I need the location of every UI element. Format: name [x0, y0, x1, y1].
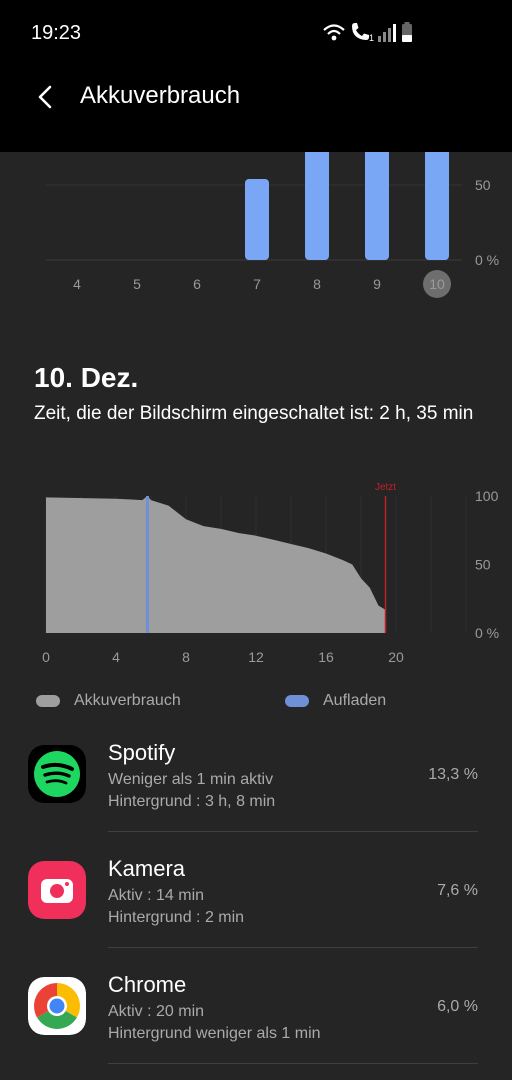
legend-usage-label: Akkuverbrauch	[74, 692, 181, 709]
app-name: Spotify	[108, 740, 176, 765]
back-arrow-icon[interactable]	[30, 80, 64, 114]
x-tick-label: 12	[248, 649, 264, 665]
status-icons: 1	[323, 22, 412, 43]
x-tick-label: 8	[182, 649, 190, 665]
x-tick-label: 16	[318, 649, 334, 665]
now-label: Jetzt	[375, 482, 396, 493]
legend-usage: Akkuverbrauch	[36, 692, 181, 710]
x-tick-label: 9	[373, 276, 381, 292]
y-tick-label: 0 %	[475, 252, 499, 268]
divider	[108, 947, 478, 948]
x-tick-label: 7	[253, 276, 261, 292]
list-item-kamera[interactable]: Kamera Aktiv : 14 min Hintergrund : 2 mi…	[0, 844, 512, 960]
x-tick-label: 8	[313, 276, 321, 292]
legend-charging-swatch	[285, 695, 309, 707]
x-tick-label: 5	[133, 276, 141, 292]
chart-legend: Akkuverbrauch Aufladen	[0, 692, 512, 722]
legend-charging: Aufladen	[285, 692, 386, 710]
battery-level-chart: Jetzt 100 50 0 % 0 4 8 12 16 20	[42, 482, 499, 665]
x-tick-label: 10	[429, 276, 445, 292]
x-tick-label: 20	[388, 649, 404, 665]
status-time: 19:23	[31, 22, 82, 44]
page-title: Akkuverbrauch	[80, 82, 241, 109]
list-item-chrome[interactable]: Chrome Aktiv : 20 min Hintergrund wenige…	[0, 960, 512, 1076]
wifi-call-icon: 1	[352, 23, 374, 43]
y-tick-label: 0 %	[475, 625, 499, 641]
app-background-time: Hintergrund : 3 h, 8 min	[108, 793, 276, 810]
list-item-spotify[interactable]: Spotify Weniger als 1 min aktiv Hintergr…	[0, 728, 512, 844]
app-background-time: Hintergrund : 2 min	[108, 909, 245, 926]
wifi-icon	[323, 24, 345, 41]
app-active-time: Weniger als 1 min aktiv	[108, 771, 274, 788]
chrome-icon	[28, 977, 86, 1035]
bar-day-7	[245, 179, 269, 260]
x-tick-label: 0	[42, 649, 50, 665]
y-tick-label: 50	[475, 557, 491, 573]
status-bar: 19:23 1	[0, 0, 512, 62]
selected-date: 10. Dez.	[34, 362, 139, 393]
battery-icon	[402, 22, 412, 42]
legend-usage-swatch	[36, 695, 60, 707]
signal-icon	[378, 24, 396, 42]
bar-day-8	[305, 152, 329, 260]
app-active-time: Aktiv : 14 min	[108, 887, 205, 904]
divider	[108, 1063, 478, 1064]
screen-on-time: Zeit, die der Bildschirm eingeschaltet i…	[34, 403, 474, 424]
app-name: Chrome	[108, 972, 187, 997]
app-background-time: Hintergrund weniger als 1 min	[108, 1025, 321, 1042]
app-usage-list: Spotify Weniger als 1 min aktiv Hintergr…	[0, 728, 512, 1076]
app-usage-percent: 6,0 %	[437, 998, 478, 1015]
app-active-time: Aktiv : 20 min	[108, 1003, 205, 1020]
app-name: Kamera	[108, 856, 186, 881]
divider	[108, 831, 478, 832]
app-usage-percent: 13,3 %	[428, 766, 478, 783]
svg-text:1: 1	[369, 33, 374, 43]
x-tick-label: 6	[193, 276, 201, 292]
bar-day-9	[365, 152, 389, 260]
app-bar: Akkuverbrauch	[0, 62, 512, 152]
x-tick-label: 4	[73, 276, 81, 292]
y-tick-label: 100	[475, 488, 499, 504]
bar-day-10	[425, 152, 449, 260]
legend-charging-label: Aufladen	[323, 692, 387, 709]
camera-icon	[28, 861, 86, 919]
spotify-icon	[28, 745, 86, 803]
y-tick-label: 50	[475, 177, 491, 193]
battery-usage-area	[46, 496, 386, 633]
x-tick-label: 4	[112, 649, 120, 665]
daily-usage-bar-chart[interactable]: 50 0 % 4 5 6 7 8 9 10	[0, 152, 512, 302]
app-usage-percent: 7,6 %	[437, 882, 478, 899]
